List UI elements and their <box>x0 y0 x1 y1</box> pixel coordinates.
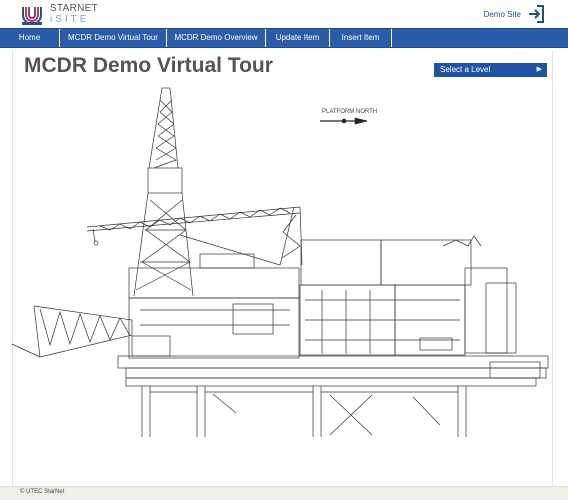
nav-mcdr-demo-overview[interactable]: MCDR Demo Overview <box>167 29 266 47</box>
main-nav: Home MCDR Demo Virtual Tour MCDR Demo Ov… <box>0 28 568 48</box>
nav-insert-item[interactable]: Insert Item <box>330 29 392 47</box>
nav-mcdr-demo-virtual-tour[interactable]: MCDR Demo Virtual Tour <box>60 29 167 47</box>
logout-icon[interactable] <box>528 5 544 23</box>
site-link[interactable]: Demo Site <box>484 10 521 19</box>
nav-update-item[interactable]: Update Item <box>266 29 330 47</box>
level-select[interactable]: Select a Level ▶ <box>434 63 547 77</box>
footer-copyright: © UTEC StarNet <box>20 489 65 495</box>
logo-text-isite: iSITE <box>50 14 90 25</box>
logo-text-starnet: STARNET <box>50 3 99 14</box>
header: STARNET iSITE Demo Site <box>0 0 568 28</box>
play-arrow-icon: ▶ <box>536 66 542 73</box>
nav-home[interactable]: Home <box>0 29 60 47</box>
starnet-logo-icon <box>22 7 42 25</box>
app-window: STARNET iSITE Demo Site Home MCDR Demo V… <box>0 0 568 500</box>
page-title: MCDR Demo Virtual Tour <box>24 54 273 77</box>
footer: © UTEC StarNet <box>0 486 568 500</box>
level-select-label: Select a Level <box>440 65 491 74</box>
